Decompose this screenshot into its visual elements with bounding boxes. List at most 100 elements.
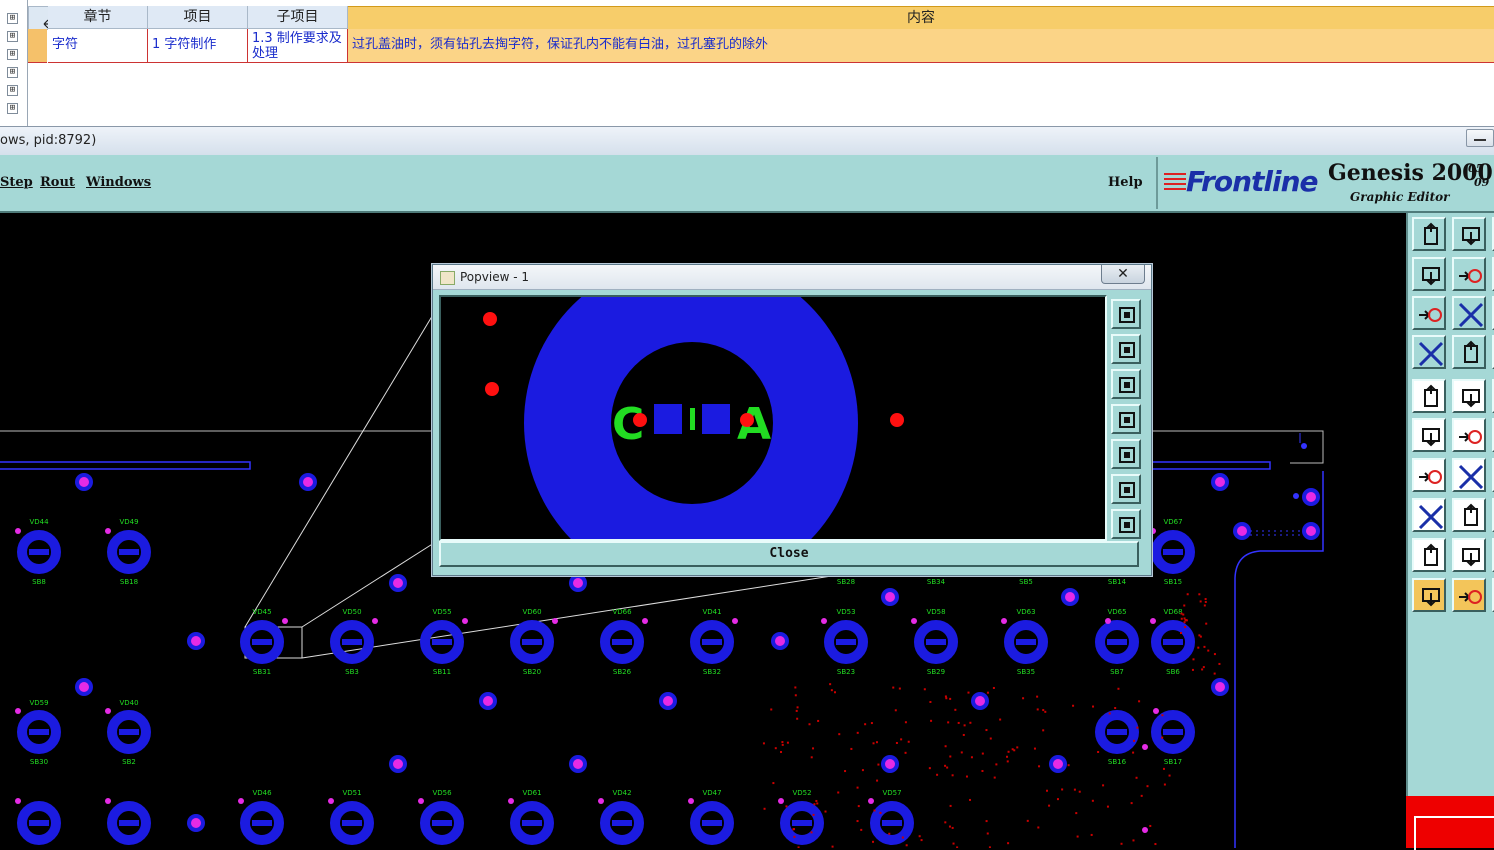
grid-corner[interactable]: [28, 6, 67, 30]
tool-button[interactable]: [1412, 498, 1446, 532]
tool-button[interactable]: [1412, 257, 1446, 291]
tool-button[interactable]: [1412, 538, 1446, 572]
via-center: [1065, 592, 1075, 602]
cell-chapter-text: 字符: [52, 37, 79, 52]
pad-text-block: [1163, 639, 1183, 645]
popview-view-button[interactable]: [1111, 509, 1141, 539]
drill-dot: [901, 836, 904, 839]
cell-content[interactable]: 过孔盖油时，须有钻孔去掏字符，保证孔内不能有白油，过孔塞孔的除外: [348, 29, 1494, 63]
drill-dot: [794, 694, 797, 697]
small-via: [642, 618, 648, 624]
tool-button[interactable]: [1412, 217, 1446, 251]
expand-row-button[interactable]: ⊞: [7, 85, 18, 96]
column-header-item[interactable]: 项目: [148, 6, 248, 29]
tool-button[interactable]: [1412, 379, 1446, 413]
drill-dot: [951, 826, 954, 829]
pad-label: SB26: [613, 668, 632, 676]
tool-button[interactable]: [1452, 498, 1486, 532]
popview-view-button[interactable]: [1111, 299, 1141, 329]
tool-button[interactable]: [1452, 257, 1486, 291]
popview-view-button[interactable]: [1111, 334, 1141, 364]
popview-view-button[interactable]: [1111, 439, 1141, 469]
drill-dot: [861, 769, 864, 772]
tool-button[interactable]: [1412, 296, 1446, 330]
expand-row-button[interactable]: ⊞: [7, 67, 18, 78]
drill-dot: [905, 844, 908, 847]
via-center: [393, 759, 403, 769]
popview-view-button[interactable]: [1111, 404, 1141, 434]
popview-zoom-svg: C A: [483, 297, 904, 539]
pad-label: SB30: [30, 758, 48, 766]
drill-dot: [1120, 842, 1123, 845]
layer-color-swatch[interactable]: [1406, 796, 1494, 850]
drill-dot: [995, 763, 998, 766]
drill-dot: [1198, 593, 1201, 596]
minimize-button[interactable]: [1466, 129, 1494, 147]
drill-dot: [1036, 708, 1039, 711]
drill-dot: [969, 798, 972, 801]
drill-dot: [1192, 658, 1195, 661]
tool-button[interactable]: [1412, 458, 1446, 492]
tool-button[interactable]: [1452, 538, 1486, 572]
popview-view-button[interactable]: [1111, 474, 1141, 504]
menu-rout[interactable]: Rout: [40, 175, 75, 190]
drill-dot: [1130, 802, 1133, 805]
expand-row-button[interactable]: ⊞: [7, 13, 18, 24]
menu-windows[interactable]: Windows: [86, 175, 151, 190]
expand-row-button[interactable]: ⊞: [7, 49, 18, 60]
drill-dot: [1205, 622, 1208, 625]
menu-help[interactable]: Help: [1108, 175, 1143, 190]
tool-icon: [1459, 590, 1482, 604]
drill-dot: [920, 839, 923, 842]
tool-button[interactable]: [1452, 217, 1486, 251]
pad-text-block: [1163, 729, 1183, 735]
drill-dot: [1042, 729, 1045, 732]
drill-dot: [1036, 695, 1039, 698]
drill-dot: [1067, 764, 1070, 767]
tool-button[interactable]: [1412, 335, 1446, 369]
cell-item-text: 1 字符制作: [152, 37, 217, 52]
small-via: [15, 798, 21, 804]
popview-close-x-button[interactable]: ✕: [1101, 265, 1145, 284]
tool-button[interactable]: [1452, 379, 1486, 413]
cell-item[interactable]: 1 字符制作: [148, 29, 248, 63]
tool-button[interactable]: [1452, 578, 1486, 612]
drill-dot: [1184, 626, 1187, 629]
column-header-chapter[interactable]: 章节: [48, 6, 148, 29]
pad-label: VD44: [29, 518, 49, 526]
drill-dot: [873, 809, 876, 812]
tool-button[interactable]: [1452, 458, 1486, 492]
tool-button[interactable]: [1412, 418, 1446, 452]
pad-text-block: [29, 549, 49, 555]
tool-button[interactable]: [1452, 296, 1486, 330]
popview-close-button[interactable]: Close: [439, 541, 1139, 567]
drill-dot: [1168, 774, 1171, 777]
tool-button[interactable]: [1452, 335, 1486, 369]
tool-button[interactable]: [1412, 578, 1446, 612]
drill-dot: [1140, 794, 1143, 797]
drill-dot: [774, 747, 777, 750]
popview-title-bar[interactable]: Popview - 1: [433, 265, 1151, 290]
expand-row-button[interactable]: ⊞: [7, 31, 18, 42]
popview-view-button[interactable]: [1111, 369, 1141, 399]
drill-dot: [829, 683, 832, 686]
column-header-subitem[interactable]: 子项目: [248, 6, 348, 29]
expand-row-button[interactable]: ⊞: [7, 103, 18, 114]
view-icon: [1119, 482, 1135, 498]
window-title: ows, pid:8792): [0, 133, 97, 148]
small-via: [372, 618, 378, 624]
popview-dialog: Popview - 1 ✕ C A Close: [432, 264, 1152, 576]
drill-dot: [838, 733, 841, 736]
popview-zoom-view[interactable]: C A: [439, 295, 1107, 541]
small-via: [1153, 708, 1159, 714]
drill-dot: [1072, 704, 1075, 707]
cell-subitem[interactable]: 1.3 制作要求及处理: [248, 29, 348, 63]
frontline-logo: Frontline Genesis 2000 05 09 Graphic Edit…: [1156, 157, 1494, 209]
cell-chapter[interactable]: 字符: [48, 29, 148, 63]
small-via: [1301, 443, 1307, 449]
column-header-content[interactable]: 内容: [348, 6, 1494, 30]
drill-dot: [1180, 631, 1183, 634]
row-selector[interactable]: [28, 29, 47, 63]
menu-step[interactable]: Step: [0, 175, 33, 190]
tool-button[interactable]: [1452, 418, 1486, 452]
